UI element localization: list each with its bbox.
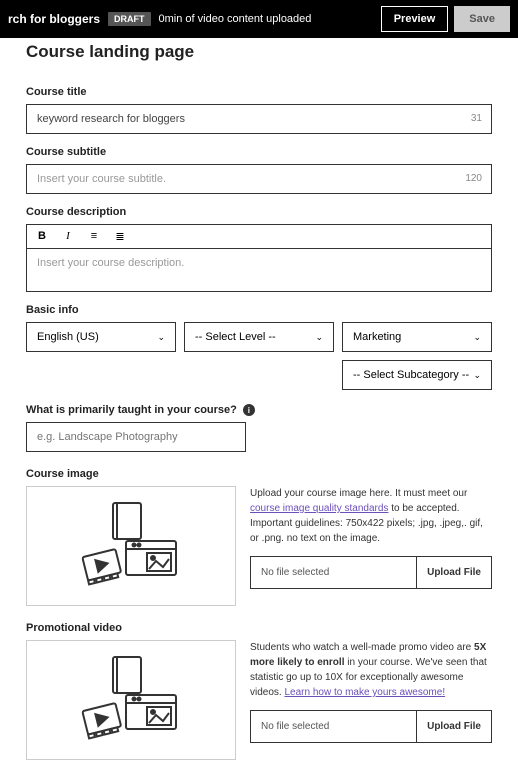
course-name: rch for bloggers xyxy=(8,12,100,26)
video-upload-field: No file selected Upload File xyxy=(250,710,492,743)
chevron-down-icon: ⌄ xyxy=(157,332,165,343)
course-title-input[interactable] xyxy=(26,104,492,134)
italic-button[interactable]: I xyxy=(61,230,75,243)
course-title-label: Course title xyxy=(26,86,492,98)
basic-info-label: Basic info xyxy=(26,304,492,316)
image-file-status: No file selected xyxy=(251,557,416,588)
top-bar: rch for bloggers DRAFT 0min of video con… xyxy=(0,0,518,38)
course-image-preview xyxy=(26,486,236,606)
course-subtitle-input[interactable] xyxy=(26,164,492,194)
page-title: Course landing page xyxy=(26,42,492,62)
info-icon[interactable]: i xyxy=(243,404,255,416)
taught-input[interactable] xyxy=(26,422,246,452)
chevron-down-icon: ⌄ xyxy=(473,332,481,343)
save-button[interactable]: Save xyxy=(454,6,510,32)
quality-standards-link[interactable]: course image quality standards xyxy=(250,503,388,514)
bold-button[interactable]: B xyxy=(35,230,49,243)
video-file-status: No file selected xyxy=(251,711,416,742)
course-image-label: Course image xyxy=(26,468,492,480)
editor-toolbar: B I ≡ ≣ xyxy=(26,224,492,248)
level-select[interactable]: -- Select Level --⌄ xyxy=(184,322,334,352)
subtitle-counter: 120 xyxy=(465,173,482,184)
draft-badge: DRAFT xyxy=(108,12,151,26)
subcategory-select[interactable]: -- Select Subcategory --⌄ xyxy=(342,360,492,390)
video-tips-link[interactable]: Learn how to make yours awesome! xyxy=(284,687,445,698)
upload-info: 0min of video content uploaded xyxy=(159,13,381,25)
taught-label: What is primarily taught in your course? xyxy=(26,404,237,416)
chevron-down-icon: ⌄ xyxy=(473,370,481,381)
language-select[interactable]: English (US)⌄ xyxy=(26,322,176,352)
promo-video-label: Promotional video xyxy=(26,622,492,634)
image-upload-button[interactable]: Upload File xyxy=(416,557,491,588)
title-counter: 31 xyxy=(471,113,482,124)
preview-button[interactable]: Preview xyxy=(381,6,449,32)
page-content: Course landing page Course title 31 Cour… xyxy=(0,42,518,780)
number-list-button[interactable]: ≣ xyxy=(113,230,127,243)
video-upload-button[interactable]: Upload File xyxy=(416,711,491,742)
course-description-label: Course description xyxy=(26,206,492,218)
course-subtitle-label: Course subtitle xyxy=(26,146,492,158)
image-upload-field: No file selected Upload File xyxy=(250,556,492,589)
course-description-input[interactable]: Insert your course description. xyxy=(26,248,492,292)
bullet-list-button[interactable]: ≡ xyxy=(87,230,101,243)
promo-video-preview xyxy=(26,640,236,760)
course-image-help: Upload your course image here. It must m… xyxy=(250,486,492,606)
category-select[interactable]: Marketing⌄ xyxy=(342,322,492,352)
promo-video-help: Students who watch a well-made promo vid… xyxy=(250,640,492,760)
chevron-down-icon: ⌄ xyxy=(315,332,323,343)
